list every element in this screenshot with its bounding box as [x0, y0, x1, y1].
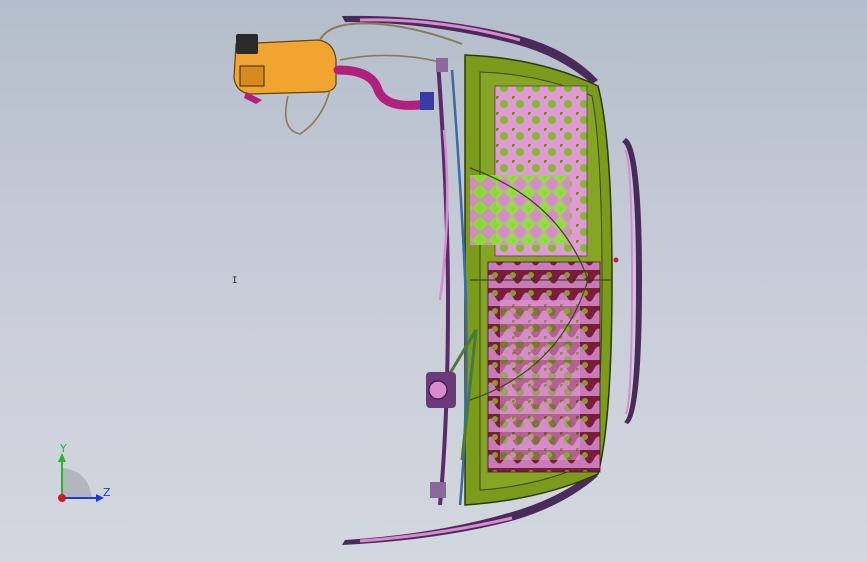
cad-model[interactable]	[0, 0, 867, 562]
x-axis-origin-icon	[58, 494, 66, 502]
wiper-pivot-bottom	[430, 482, 446, 498]
orientation-triad[interactable]	[48, 438, 118, 510]
triad-quadrant	[62, 468, 92, 498]
graphics-viewport[interactable]: I Y Z	[0, 0, 867, 562]
text-cursor-icon: I	[232, 276, 238, 286]
nozzle-tip	[613, 257, 619, 263]
mesh-upper-green	[470, 175, 570, 245]
triad-y-label: Y	[60, 442, 67, 455]
washer-hose	[333, 65, 431, 110]
reservoir-cap	[236, 34, 258, 54]
triad-z-label: Z	[103, 486, 111, 499]
wiring-harness-2	[284, 89, 331, 135]
reservoir-pump	[239, 65, 265, 87]
wiper-motor-hub	[428, 380, 448, 400]
wiper-pivot-top	[436, 58, 448, 72]
edge-strip-inner	[624, 149, 634, 415]
hose-clamp	[420, 92, 434, 110]
wiring-harness-3	[339, 54, 441, 63]
